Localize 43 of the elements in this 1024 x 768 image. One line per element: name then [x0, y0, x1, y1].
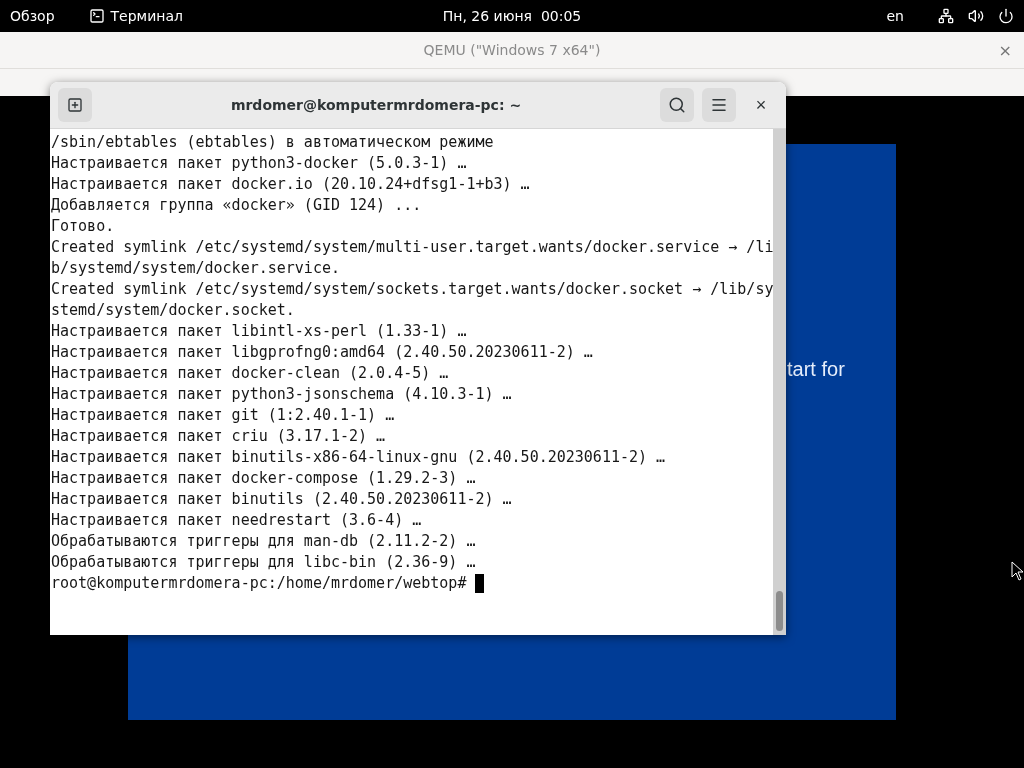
terminal-line: Настраивается пакет python3-docker (5.0.3-1) …	[51, 153, 468, 174]
menu-button[interactable]	[702, 88, 736, 122]
new-tab-button[interactable]	[58, 88, 92, 122]
terminal-line: Готово.	[51, 216, 116, 237]
terminal-line: b/systemd/system/docker.service.	[51, 258, 341, 279]
close-button[interactable]: ×	[744, 88, 778, 122]
terminal-line: Настраивается пакет binutils-x86-64-linux-gnu (2.40.50.20230611-2) …	[51, 447, 667, 468]
network-icon[interactable]	[938, 8, 954, 24]
terminal-line: Настраивается пакет binutils (2.40.50.20230611-2) …	[51, 489, 513, 510]
volume-icon[interactable]	[968, 8, 984, 24]
terminal-line: Обрабатываются триггеры для libc-bin (2.36-9) …	[51, 552, 477, 573]
search-button[interactable]	[660, 88, 694, 122]
terminal-line: Настраивается пакет criu (3.17.1-2) …	[51, 426, 387, 447]
keyboard-layout[interactable]: en	[886, 8, 904, 24]
terminal-line: Настраивается пакет python3-jsonschema (4.10.3-1) …	[51, 384, 513, 405]
menu-icon	[710, 96, 728, 114]
text-cursor	[475, 574, 485, 593]
terminal-line: Created symlink /etc/systemd/system/multi-user.target.wants/docker.service → /li	[51, 237, 774, 258]
terminal-line: Обрабатываются триггеры для man-db (2.11.2-2) …	[51, 531, 477, 552]
terminal-icon	[88, 8, 105, 24]
terminal-line: Настраивается пакет libintl-xs-perl (1.33-1) …	[51, 321, 468, 342]
app-menu[interactable]: Терминал	[110, 8, 183, 24]
terminal-line: Настраивается пакет docker.io (20.10.24+dfsg1-1+b3) …	[51, 174, 531, 195]
window-title: QEMU ("Windows 7 x64")	[423, 42, 601, 58]
shell-prompt: root@komputermrdomera-pc:/home/mrdomer/webtop#	[51, 573, 467, 594]
terminal-line: Настраивается пакет git (1:2.40.1-1) …	[51, 405, 396, 426]
clock[interactable]: Пн, 26 июня 00:05	[442, 8, 582, 24]
terminal-line: /sbin/ebtables (ebtables) в автоматическом режиме	[51, 132, 495, 153]
terminal-title: mrdomer@komputermrdomera-pc: ~	[229, 97, 523, 113]
guest-screen-text: tart for	[787, 358, 845, 381]
terminal-line: Настраивается пакет needrestart (3.6-4) …	[51, 510, 423, 531]
close-button[interactable]: ×	[998, 40, 1012, 60]
terminal-line: Настраивается пакет docker-compose (1.29.2-3) …	[51, 468, 477, 489]
terminal-line: stemd/system/docker.socket.	[51, 300, 296, 321]
search-icon	[668, 96, 686, 114]
terminal-line: Настраивается пакет docker-clean (2.0.4-5) …	[51, 363, 450, 384]
terminal-line: Настраивается пакет libgprofng0:amd64 (2.40.50.20230611-2) …	[51, 342, 594, 363]
terminal-line: Created symlink /etc/systemd/system/sockets.target.wants/docker.socket → /lib/sy	[51, 279, 774, 300]
scrollbar[interactable]	[773, 129, 786, 635]
plus-icon	[67, 97, 83, 113]
power-icon[interactable]	[998, 8, 1014, 24]
activities-button[interactable]: Обзор	[10, 8, 55, 24]
terminal-line: Добавляется группа «docker» (GID 124) ...	[51, 195, 423, 216]
